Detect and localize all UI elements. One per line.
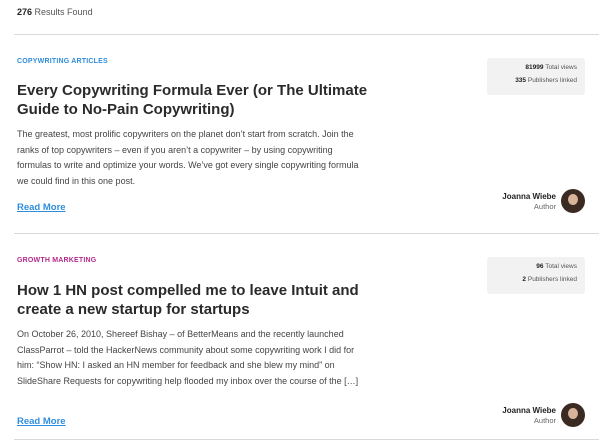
stats-box: 96 Total views 2 Publishers linked	[487, 257, 585, 294]
read-more-link[interactable]: Read More	[17, 416, 66, 427]
publishers-count: 335	[515, 77, 527, 84]
read-more-link[interactable]: Read More	[17, 202, 66, 213]
author-role: Author	[533, 202, 556, 211]
total-views-label: Total views	[545, 64, 577, 71]
article-category[interactable]: Growth Marketing	[17, 257, 96, 264]
article-title[interactable]: Every Copywriting Formula Ever (or The U…	[17, 81, 377, 119]
total-views: 81999 Total views	[525, 64, 577, 71]
results-count-label: Results Found	[34, 7, 93, 17]
publishers-label: Publishers linked	[527, 276, 577, 283]
total-views-count: 96	[536, 263, 544, 270]
author-name[interactable]: Joanna Wiebe	[502, 192, 556, 201]
article-category[interactable]: Copywriting Articles	[17, 58, 108, 65]
publishers-linked: 335 Publishers linked	[515, 77, 577, 84]
article-excerpt: On October 26, 2010, Shereef Bishay – of…	[17, 329, 359, 386]
author-role: Author	[533, 416, 556, 425]
total-views-count: 81999	[525, 64, 544, 71]
results-count-number: 276	[17, 7, 33, 17]
results-count: 276 Results Found	[17, 7, 93, 17]
divider	[14, 233, 599, 234]
publishers-label: Publishers linked	[527, 77, 577, 84]
article-excerpt: The greatest, most prolific copywriters …	[17, 129, 359, 186]
article-title[interactable]: How 1 HN post compelled me to leave Intu…	[17, 281, 377, 319]
author-avatar[interactable]	[561, 403, 585, 427]
divider	[14, 34, 599, 35]
publishers-count: 2	[522, 276, 527, 283]
divider	[14, 439, 599, 440]
stats-box: 81999 Total views 335 Publishers linked	[487, 58, 585, 95]
total-views-label: Total views	[545, 263, 577, 270]
author-avatar[interactable]	[561, 189, 585, 213]
author-name[interactable]: Joanna Wiebe	[502, 406, 556, 415]
publishers-linked: 2 Publishers linked	[522, 276, 577, 283]
total-views: 96 Total views	[536, 263, 577, 270]
